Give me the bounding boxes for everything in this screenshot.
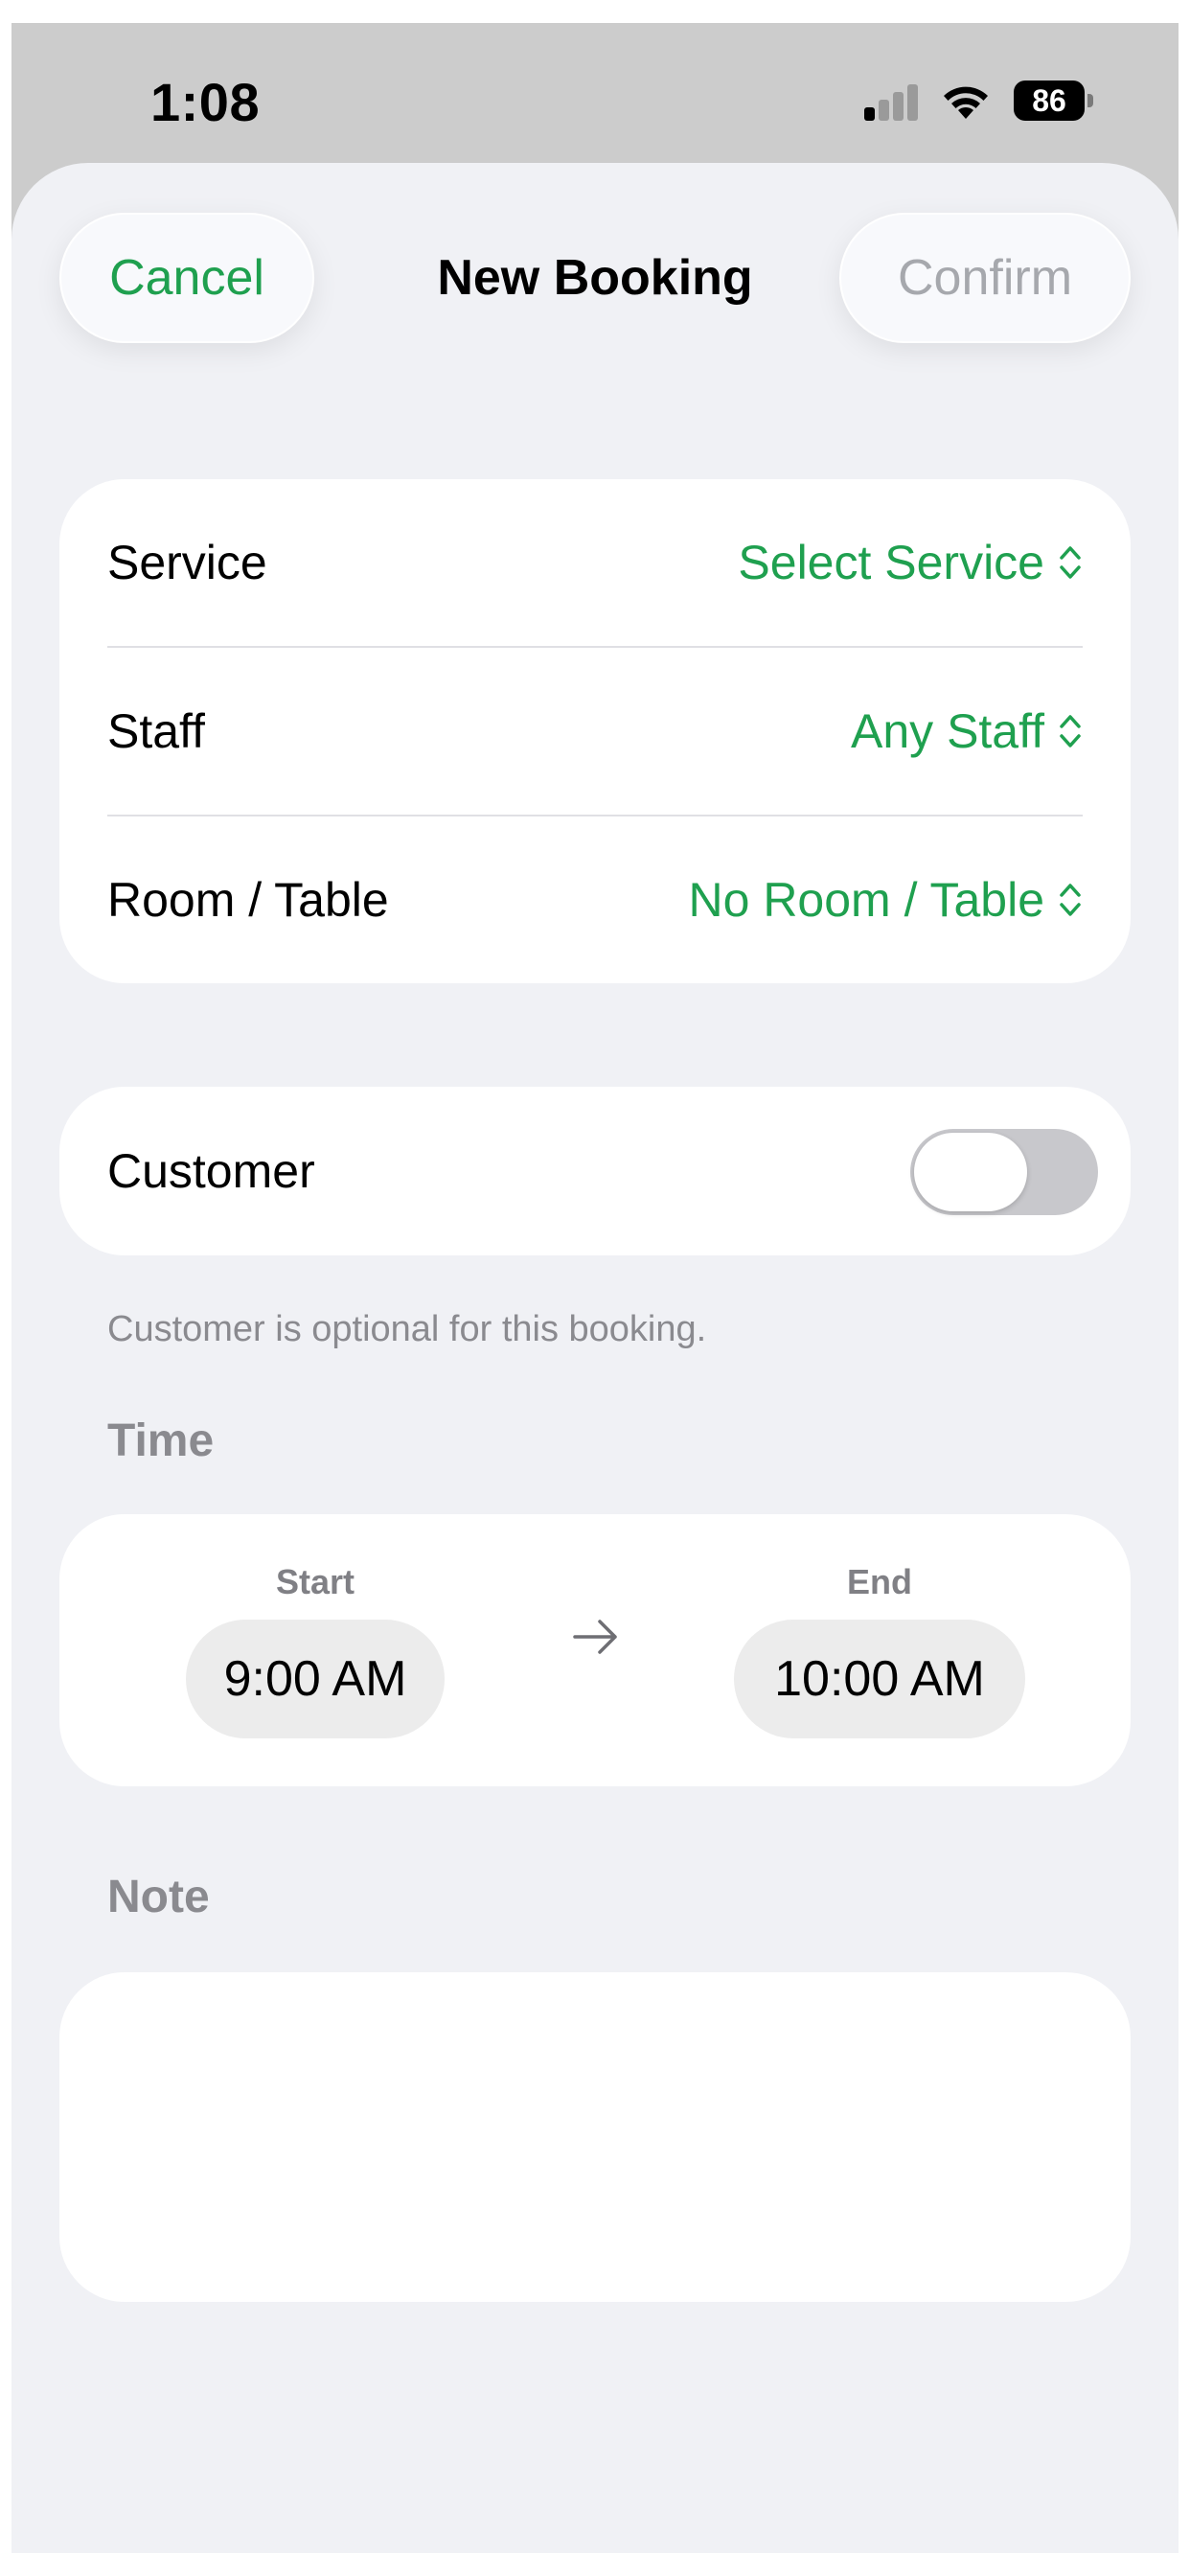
wifi-icon	[944, 86, 988, 119]
start-time-picker[interactable]: 9:00 AM	[186, 1620, 445, 1738]
chevron-up-down-icon	[1060, 546, 1081, 579]
chevron-up-down-icon	[1060, 884, 1081, 916]
status-bar: 1:08 86	[11, 23, 1179, 163]
customer-card: Customer	[59, 1087, 1131, 1255]
phone-screen: 1:08 86 Cancel New Booking Confirm Servi…	[11, 23, 1179, 2553]
service-label: Service	[107, 536, 267, 589]
service-row[interactable]: Service Select Service	[107, 479, 1083, 646]
end-label: End	[847, 1562, 912, 1601]
booking-options-card: Service Select Service Staff Any Staff R…	[59, 479, 1131, 983]
service-value: Select Service	[738, 536, 1044, 589]
room-table-label: Room / Table	[107, 873, 389, 927]
customer-label: Customer	[107, 1144, 315, 1198]
arrow-right-icon	[573, 1620, 617, 1654]
room-table-value: No Room / Table	[688, 873, 1044, 927]
service-picker[interactable]: Select Service	[738, 535, 1083, 590]
note-section-label: Note	[107, 1872, 210, 1922]
room-table-row[interactable]: Room / Table No Room / Table	[107, 816, 1083, 983]
time-section-label: Time	[107, 1415, 215, 1466]
start-time-column: Start 9:00 AM	[186, 1562, 445, 1738]
cancel-button[interactable]: Cancel	[59, 213, 314, 343]
battery-level: 86	[1014, 80, 1085, 121]
customer-toggle[interactable]	[910, 1129, 1098, 1215]
battery-icon: 86	[1014, 80, 1093, 123]
cellular-signal-icon	[864, 84, 920, 121]
end-time-picker[interactable]: 10:00 AM	[734, 1620, 1025, 1738]
chevron-up-down-icon	[1060, 715, 1081, 748]
toggle-knob	[914, 1133, 1027, 1211]
customer-helper-text: Customer is optional for this booking.	[107, 1309, 707, 1349]
staff-label: Staff	[107, 704, 205, 758]
confirm-button[interactable]: Confirm	[839, 213, 1131, 343]
start-label: Start	[275, 1562, 355, 1601]
time-card: Start 9:00 AM End 10:00 AM	[59, 1514, 1131, 1786]
note-field[interactable]	[59, 1972, 1131, 2302]
staff-value: Any Staff	[851, 704, 1044, 758]
status-time: 1:08	[150, 72, 261, 132]
room-table-picker[interactable]: No Room / Table	[689, 872, 1083, 928]
staff-row[interactable]: Staff Any Staff	[107, 648, 1083, 815]
new-booking-sheet: Cancel New Booking Confirm Service Selec…	[11, 163, 1179, 2553]
page-title: New Booking	[437, 250, 753, 306]
end-time-column: End 10:00 AM	[734, 1562, 1025, 1738]
staff-picker[interactable]: Any Staff	[851, 703, 1083, 759]
